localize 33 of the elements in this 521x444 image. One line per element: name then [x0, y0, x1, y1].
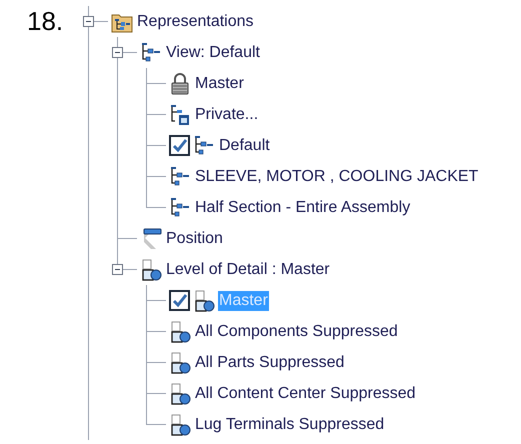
level-of-detail-icon — [169, 352, 191, 374]
tree-view-icon — [140, 42, 162, 64]
tree-item-label[interactable]: All Parts Suppressed — [194, 352, 346, 372]
level-of-detail-icon — [169, 320, 191, 342]
checkbox[interactable] — [169, 135, 190, 156]
tree-item-label[interactable]: SLEEVE, MOTOR , COOLING JACKET — [194, 166, 480, 186]
checkmark-icon — [172, 138, 188, 154]
tree-item-label[interactable]: Master — [194, 74, 245, 94]
step-number: 18. — [27, 6, 64, 36]
tree-view-icon — [169, 166, 191, 188]
tree-item-label[interactable]: Representations — [136, 12, 255, 32]
tree-item-label[interactable]: Default — [218, 136, 271, 156]
tree-view-icon — [193, 134, 215, 156]
level-of-detail-icon — [140, 258, 162, 280]
checkbox[interactable] — [169, 290, 190, 311]
tree-item-label[interactable]: All Content Center Suppressed — [194, 384, 417, 404]
collapse-toggle[interactable] — [112, 47, 123, 58]
lock-icon — [169, 72, 191, 94]
collapse-toggle[interactable] — [112, 264, 123, 275]
tree-disk-icon — [169, 104, 191, 126]
tree-item-label[interactable]: Level of Detail : Master — [165, 260, 331, 280]
tree-item-label[interactable]: Position — [165, 228, 224, 248]
checkmark-icon — [172, 292, 188, 308]
level-of-detail-icon — [169, 382, 191, 404]
tree-item-label[interactable]: View: Default — [165, 42, 261, 62]
collapse-toggle[interactable] — [83, 16, 94, 27]
tree-item-label[interactable]: Half Section - Entire Assembly — [194, 198, 412, 218]
level-of-detail-icon — [169, 414, 191, 436]
tree-item-label[interactable]: Lug Terminals Suppressed — [194, 414, 386, 434]
tree-view-icon — [169, 196, 191, 218]
tree-item-label[interactable]: Private... — [194, 104, 260, 124]
tree-item-label[interactable]: All Components Suppressed — [194, 322, 399, 342]
level-of-detail-icon — [193, 290, 215, 312]
